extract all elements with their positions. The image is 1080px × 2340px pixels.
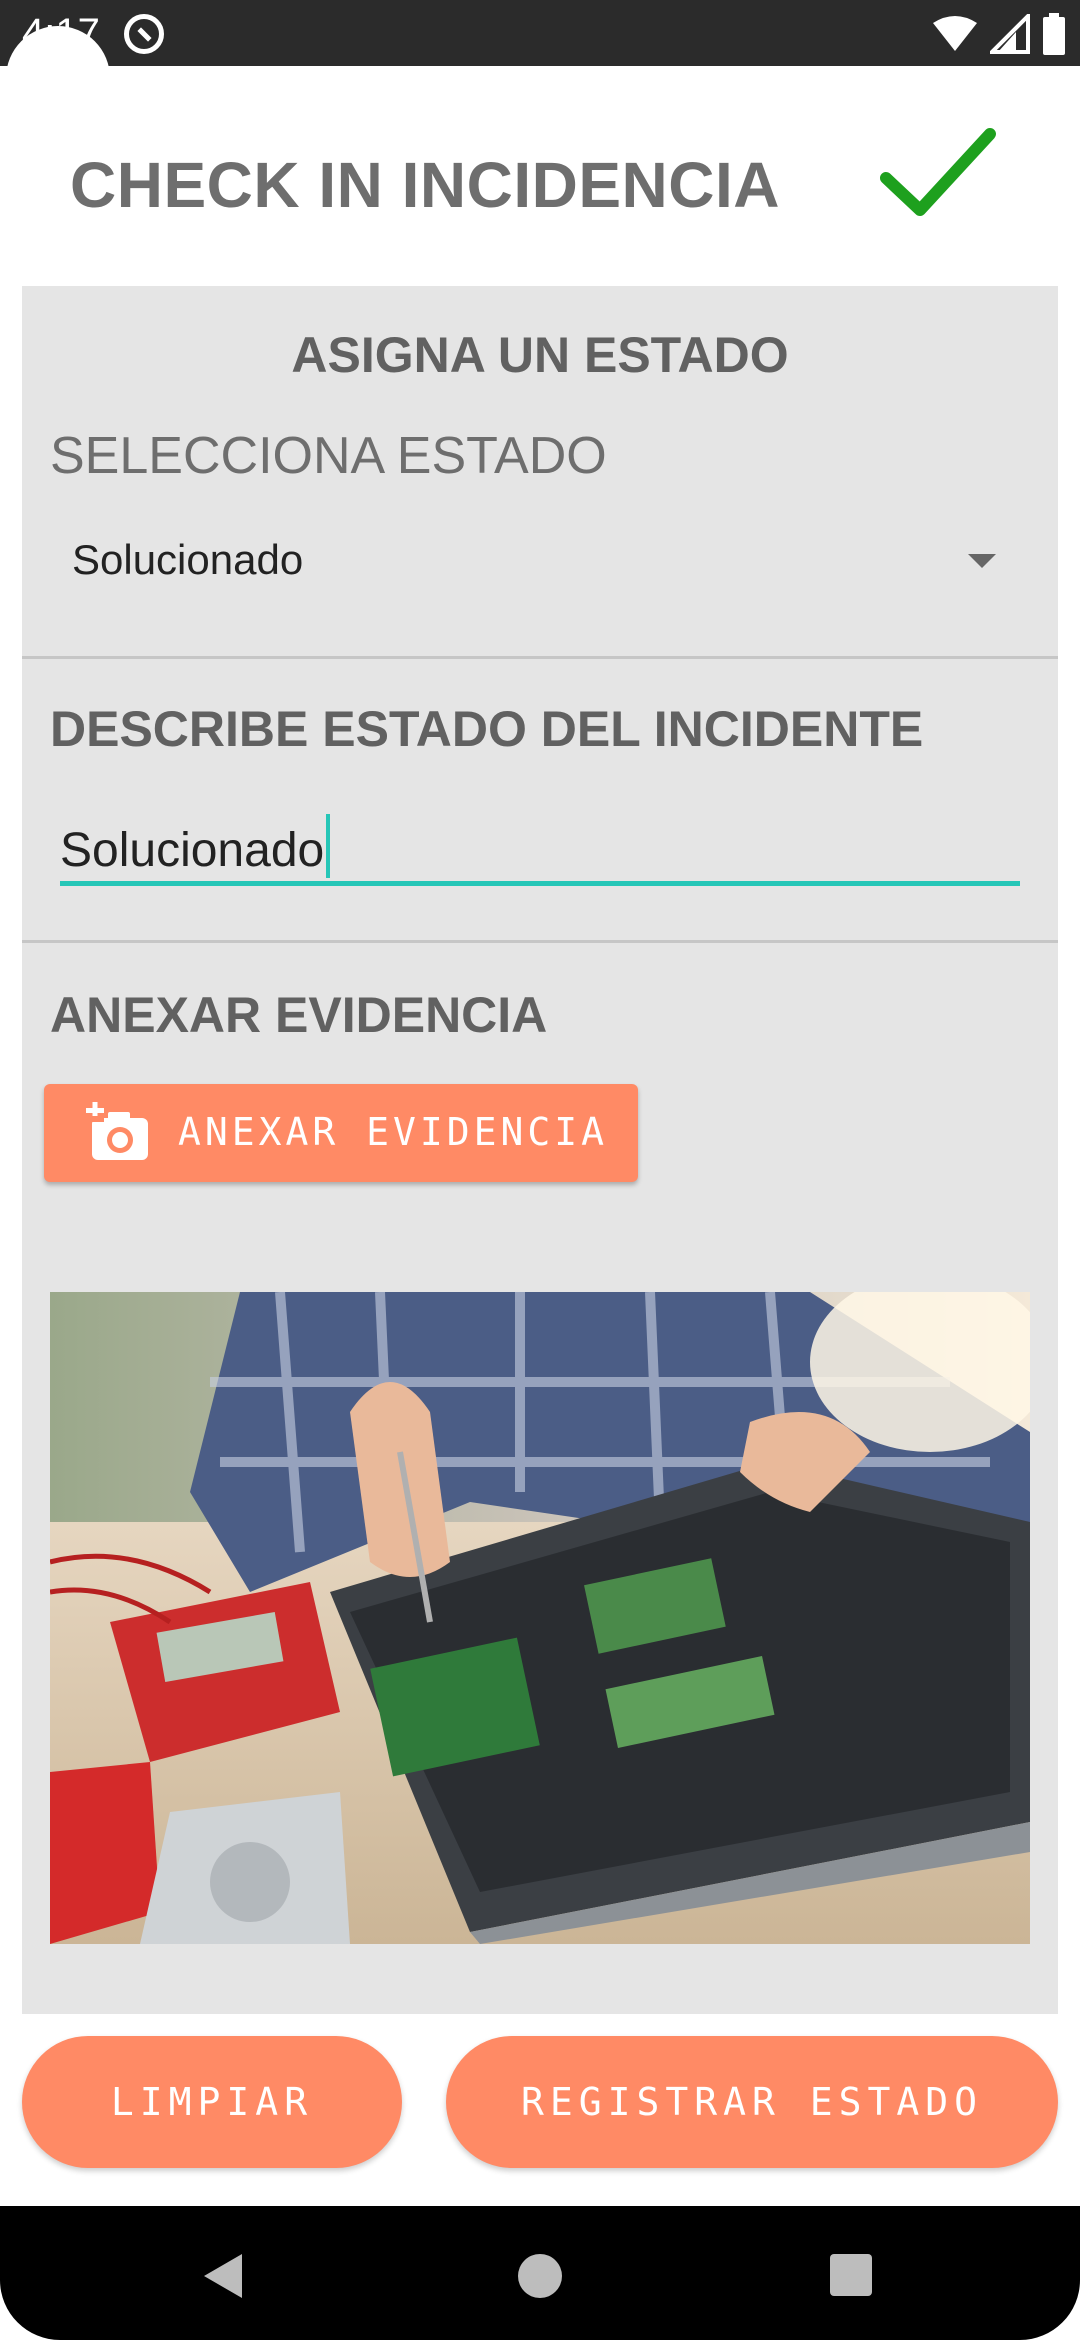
- section-title-state: ASIGNA UN ESTADO: [291, 327, 789, 383]
- status-icons: [932, 12, 1066, 56]
- status-bar: 4:17: [0, 0, 1080, 66]
- do-not-disturb-icon: [124, 14, 164, 54]
- divider: [22, 940, 1058, 943]
- description-input[interactable]: Solucionado: [60, 806, 1020, 886]
- navigation-bar: [0, 2206, 1080, 2340]
- app-header: CHECK IN INCIDENCIA: [0, 66, 1080, 286]
- state-dropdown[interactable]: Solucionado: [50, 526, 1030, 616]
- home-icon[interactable]: [518, 2254, 562, 2298]
- add-photo-icon: [86, 1102, 148, 1160]
- divider: [22, 656, 1058, 659]
- state-dropdown-value: Solucionado: [72, 536, 304, 583]
- page-title: CHECK IN INCIDENCIA: [70, 149, 780, 221]
- dropdown-arrow-icon: [968, 554, 996, 568]
- check-in-card: ASIGNA UN ESTADO SELECCIONA ESTADO Soluc…: [22, 286, 1058, 2014]
- description-input-value: Solucionado: [60, 814, 331, 878]
- clear-button[interactable]: LIMPIAR: [22, 2036, 402, 2168]
- attach-evidence-button[interactable]: ANEXAR EVIDENCIA: [44, 1084, 638, 1182]
- register-state-button[interactable]: REGISTRAR ESTADO: [446, 2036, 1058, 2168]
- select-state-label: SELECCIONA ESTADO: [50, 427, 607, 485]
- back-icon[interactable]: [204, 2254, 242, 2298]
- signal-icon: [990, 14, 1030, 54]
- attach-evidence-label: ANEXAR EVIDENCIA: [178, 1110, 609, 1154]
- recents-icon[interactable]: [830, 2254, 872, 2296]
- wifi-icon: [933, 16, 977, 51]
- checkmark-icon[interactable]: [880, 126, 996, 222]
- text-caret: [326, 814, 331, 878]
- section-title-evidence: ANEXAR EVIDENCIA: [50, 987, 548, 1043]
- evidence-photo: [50, 1292, 1030, 1944]
- evidence-photo-illustration: [50, 1292, 1030, 1944]
- battery-icon: [1043, 13, 1065, 55]
- section-title-description: DESCRIBE ESTADO DEL INCIDENTE: [50, 701, 924, 757]
